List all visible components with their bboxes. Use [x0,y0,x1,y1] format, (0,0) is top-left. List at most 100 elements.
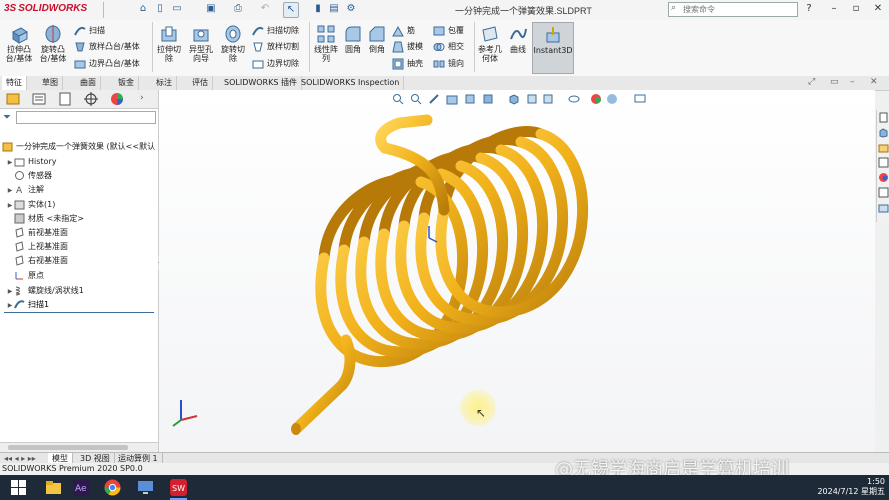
restore-button[interactable]: ▫ [847,2,865,16]
minimize-ribbon-icon[interactable]: – [850,77,855,87]
file-explorer-taskbar-icon[interactable] [45,479,62,496]
graphics-area[interactable] [159,90,875,452]
close-doc-icon[interactable]: ✕ [870,77,878,87]
linear-pattern-button[interactable]: 线性阵列 [312,22,340,63]
property-manager-tab-icon[interactable] [30,92,48,106]
tree-filter-input[interactable] [16,111,156,124]
scene-icon[interactable] [606,93,618,105]
hide-show-items-icon[interactable] [526,93,538,105]
tab-dimxpert[interactable]: 标注 [152,76,177,90]
tree-item-front-plane[interactable]: 前视基准面 [6,226,68,240]
appearance-ball-icon[interactable] [590,93,602,105]
custom-properties-icon[interactable] [878,187,889,198]
view-settings-icon[interactable] [634,93,646,105]
configuration-manager-tab-icon[interactable] [56,92,74,106]
expand-arrow-icon[interactable]: ▶ [6,184,14,198]
rebuild-icon[interactable]: ▤ [327,2,341,16]
search-input[interactable] [683,3,793,16]
new-document-icon[interactable]: ▯ [153,2,167,16]
tree-item-origin[interactable]: 原点 [6,269,44,283]
apply-scene-icon[interactable] [568,93,580,105]
edit-appearance-icon[interactable] [542,93,554,105]
view-palette-icon[interactable] [878,157,889,168]
sweep-cut-button[interactable]: 扫描切除 [252,23,299,39]
mirror-button[interactable]: 镜向 [433,56,464,72]
expand-arrow-icon[interactable]: ▶ [6,299,14,313]
file-explorer-icon[interactable] [878,142,889,153]
fillet-button[interactable]: 圆角 [342,22,364,54]
print-icon[interactable]: ⎙ [231,2,245,16]
zoom-area-icon[interactable] [410,93,422,105]
undo-icon[interactable]: ↶ [258,2,272,16]
wrap-button[interactable]: 包覆 [433,23,464,39]
chrome-icon[interactable] [104,479,121,496]
boundary-cut-button[interactable]: 边界切除 [252,56,299,72]
revolve-cut-button[interactable]: 旋转切除 [219,22,247,63]
forum-icon[interactable] [878,203,889,214]
options-gear-icon[interactable]: ⚙ [344,2,358,16]
scrollbar-thumb[interactable] [8,445,128,450]
feature-tree-tab-icon[interactable] [4,92,22,106]
tab-evaluate[interactable]: 评估 [188,76,213,90]
desktop-app-icon[interactable] [137,479,154,496]
tab-sheet-metal[interactable]: 钣金 [114,76,139,90]
expand-arrow-icon[interactable]: ▶ [6,156,14,170]
after-effects-icon[interactable]: Ae [73,479,90,496]
loft-cut-button[interactable]: 放样切割 [252,39,299,55]
rollback-bar[interactable] [4,312,154,313]
open-folder-icon[interactable]: ▭ [170,2,184,16]
loft-boss-button[interactable]: 放样凸台/基体 [74,39,140,55]
windows-start-icon[interactable] [10,479,27,496]
chamfer-button[interactable]: 倒角 [366,22,388,54]
reference-geometry-button[interactable]: 参考几何体 [477,22,503,63]
restore-ribbon-icon[interactable]: ▭ [830,77,839,87]
tab-addins[interactable]: SOLIDWORKS 插件 [220,76,302,90]
tree-root[interactable]: 一分钟完成一个弹簧效果 (默认<<默认 [2,140,155,154]
curves-button[interactable]: 曲线 [506,22,530,54]
search-box[interactable]: ⌕ [668,2,798,17]
zoom-to-fit-icon[interactable] [392,93,404,105]
select-arrow-icon[interactable]: ↖ [283,2,299,18]
help-icon[interactable]: ? [800,2,818,16]
tree-item-sensors[interactable]: 传感器 [6,169,52,183]
display-manager-tab-icon[interactable] [108,92,126,106]
extrude-cut-button[interactable]: 拉伸切除 [155,22,183,63]
spring-model[interactable] [159,90,875,452]
tree-item-top-plane[interactable]: 上视基准面 [6,240,68,254]
dimxpert-tab-icon[interactable] [82,92,100,106]
draft-button[interactable]: 拔模 [392,39,423,55]
extrude-boss-button[interactable]: 拉伸凸台/基体 [4,22,34,63]
home-icon[interactable]: ⌂ [136,2,150,16]
rib-button[interactable]: 筋 [392,23,415,39]
tree-item-annotations[interactable]: ▶ A 注解 [6,183,44,197]
panel-horizontal-scrollbar[interactable] [0,442,158,452]
shell-button[interactable]: 抽壳 [392,56,423,72]
revolve-boss-button[interactable]: 旋转凸台/基体 [38,22,68,63]
tree-item-right-plane[interactable]: 右视基准面 [6,254,68,268]
design-library-icon[interactable] [878,127,889,138]
tab-features[interactable]: 特征 [2,76,27,90]
expand-arrow-icon[interactable]: ▶ [6,285,14,299]
traffic-light-icon[interactable]: ▮ [311,2,325,16]
solidworks-taskbar-icon[interactable]: SW [170,479,187,496]
solidworks-logo[interactable]: 3S SOLIDWORKS [4,3,87,14]
tab-sketch[interactable]: 草图 [38,76,63,90]
instant3d-button[interactable]: Instant3D [532,22,574,74]
tab-inspection[interactable]: SOLIDWORKS Inspection [297,76,405,90]
expand-arrow-icon[interactable]: ▶ [6,199,14,213]
tree-item-sweep[interactable]: ▶ 扫描1 [6,298,49,312]
dynamic-annotation-icon[interactable] [464,93,476,105]
previous-view-icon[interactable] [428,93,440,105]
sweep-button[interactable]: 扫描 [74,23,105,39]
filter-icon[interactable]: ⏷ [3,112,11,123]
section-view-icon[interactable] [446,93,458,105]
tab-surfaces[interactable]: 曲面 [76,76,101,90]
system-clock[interactable]: 1:50 2024/7/12 星期五 [817,477,885,497]
hole-wizard-button[interactable]: 异型孔向导 [187,22,215,63]
display-style-icon[interactable] [508,93,520,105]
tree-item-material[interactable]: 材质 <未指定> [6,212,84,226]
expand-ribbon-icon[interactable]: ⤢ [808,77,815,87]
minimize-button[interactable]: – [825,2,843,16]
close-button[interactable]: ✕ [869,2,887,16]
boundary-boss-button[interactable]: 边界凸台/基体 [74,56,140,72]
